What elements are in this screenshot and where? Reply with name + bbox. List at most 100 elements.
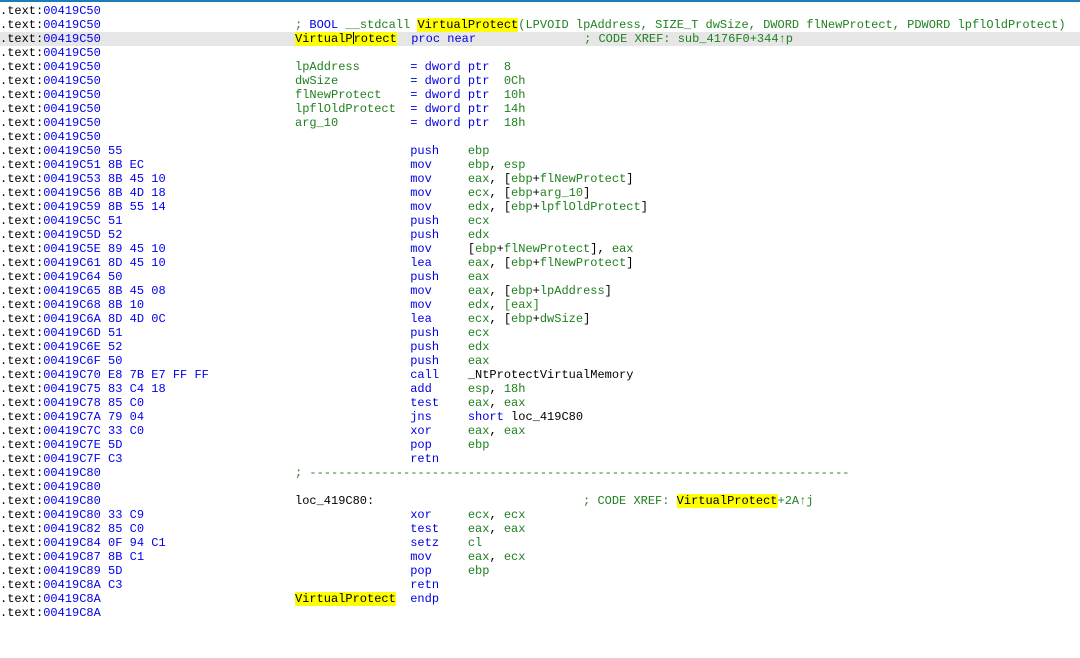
func-name[interactable]: VirtualProtect: [417, 18, 518, 32]
stack-var[interactable]: flNewProtect: [504, 242, 590, 256]
disasm-line[interactable]: .text:00419C7E 5D pop ebp: [0, 438, 1080, 452]
disasm-line[interactable]: .text:00419C68 8B 10 mov edx, [eax]: [0, 298, 1080, 312]
address[interactable]: 00419C6D: [43, 326, 101, 340]
address[interactable]: 00419C50: [43, 116, 101, 130]
disasm-line[interactable]: .text:00419C50 lpAddress = dword ptr 8: [0, 60, 1080, 74]
stack-var[interactable]: arg_10: [295, 116, 410, 130]
disasm-line[interactable]: .text:00419C78 85 C0 test eax, eax: [0, 396, 1080, 410]
disasm-line[interactable]: .text:00419C8A C3 retn: [0, 578, 1080, 592]
address[interactable]: 00419C56: [43, 186, 101, 200]
address[interactable]: 00419C50: [43, 130, 101, 144]
disasm-line[interactable]: .text:00419C61 8D 45 10 lea eax, [ebp+fl…: [0, 256, 1080, 270]
address[interactable]: 00419C50: [43, 102, 101, 116]
func-name[interactable]: VirtualProtect: [295, 32, 397, 46]
func-name[interactable]: VirtualProtect: [295, 592, 396, 606]
address[interactable]: 00419C80: [43, 494, 101, 508]
disasm-line[interactable]: .text:00419C84 0F 94 C1 setz cl: [0, 536, 1080, 550]
address[interactable]: 00419C80: [43, 508, 101, 522]
address[interactable]: 00419C82: [43, 522, 101, 536]
stack-var[interactable]: lpflOldProtect: [540, 200, 641, 214]
disasm-line[interactable]: .text:00419C7A 79 04 jns short loc_419C8…: [0, 410, 1080, 424]
xref[interactable]: sub_4176F0+344↑p: [678, 32, 793, 46]
address[interactable]: 00419C65: [43, 284, 101, 298]
address[interactable]: 00419C87: [43, 550, 101, 564]
disasm-line[interactable]: .text:00419C50 dwSize = dword ptr 0Ch: [0, 74, 1080, 88]
address[interactable]: 00419C50: [43, 60, 101, 74]
disasm-line[interactable]: .text:00419C50: [0, 4, 1080, 18]
loc-label[interactable]: loc_419C80:: [295, 494, 583, 508]
disasm-line[interactable]: .text:00419C50 55 push ebp: [0, 144, 1080, 158]
disassembly-view[interactable]: .text:00419C50 .text:00419C50 ; BOOL __s…: [0, 0, 1080, 620]
disasm-line[interactable]: .text:00419C6E 52 push edx: [0, 340, 1080, 354]
disasm-line[interactable]: .text:00419C50: [0, 130, 1080, 144]
address[interactable]: 00419C70: [43, 368, 101, 382]
stack-var[interactable]: dwSize: [540, 312, 583, 326]
address[interactable]: 00419C8A: [43, 592, 101, 606]
disasm-line[interactable]: .text:00419C51 8B EC mov ebp, esp: [0, 158, 1080, 172]
address[interactable]: 00419C75: [43, 382, 101, 396]
disasm-line[interactable]: .text:00419C50 VirtualProtect proc near …: [0, 32, 1080, 46]
address[interactable]: 00419C6E: [43, 340, 101, 354]
disasm-line[interactable]: .text:00419C8A VirtualProtect endp: [0, 592, 1080, 606]
address[interactable]: 00419C80: [43, 480, 101, 494]
disasm-line[interactable]: .text:00419C8A: [0, 606, 1080, 620]
symbol[interactable]: _NtProtectVirtualMemory: [468, 368, 634, 382]
address[interactable]: 00419C50: [43, 144, 101, 158]
address[interactable]: 00419C84: [43, 536, 101, 550]
disasm-line[interactable]: .text:00419C6D 51 push ecx: [0, 326, 1080, 340]
symbol[interactable]: loc_419C80: [511, 410, 583, 424]
address[interactable]: 00419C7E: [43, 438, 101, 452]
address[interactable]: 00419C7A: [43, 410, 101, 424]
address[interactable]: 00419C7F: [43, 452, 101, 466]
disasm-line[interactable]: .text:00419C6F 50 push eax: [0, 354, 1080, 368]
address[interactable]: 00419C5D: [43, 228, 101, 242]
disasm-line[interactable]: .text:00419C50 ; BOOL __stdcall VirtualP…: [0, 18, 1080, 32]
disasm-line[interactable]: .text:00419C5C 51 push ecx: [0, 214, 1080, 228]
disasm-line[interactable]: .text:00419C59 8B 55 14 mov edx, [ebp+lp…: [0, 200, 1080, 214]
address[interactable]: 00419C50: [43, 32, 101, 46]
disasm-line[interactable]: .text:00419C89 5D pop ebp: [0, 564, 1080, 578]
disasm-line[interactable]: .text:00419C70 E8 7B E7 FF FF call _NtPr…: [0, 368, 1080, 382]
stack-var[interactable]: flNewProtect: [295, 88, 410, 102]
address[interactable]: 00419C50: [43, 18, 101, 32]
disasm-line[interactable]: .text:00419C53 8B 45 10 mov eax, [ebp+fl…: [0, 172, 1080, 186]
disasm-line[interactable]: .text:00419C5D 52 push edx: [0, 228, 1080, 242]
disasm-line[interactable]: .text:00419C50 flNewProtect = dword ptr …: [0, 88, 1080, 102]
disasm-line[interactable]: .text:00419C82 85 C0 test eax, eax: [0, 522, 1080, 536]
address[interactable]: 00419C61: [43, 256, 101, 270]
stack-var[interactable]: dwSize: [295, 74, 410, 88]
address[interactable]: 00419C59: [43, 200, 101, 214]
address[interactable]: 00419C89: [43, 564, 101, 578]
address[interactable]: 00419C53: [43, 172, 101, 186]
address[interactable]: 00419C5C: [43, 214, 101, 228]
disasm-line[interactable]: .text:00419C7F C3 retn: [0, 452, 1080, 466]
disasm-line[interactable]: .text:00419C65 8B 45 08 mov eax, [ebp+lp…: [0, 284, 1080, 298]
address[interactable]: 00419C51: [43, 158, 101, 172]
address[interactable]: 00419C5E: [43, 242, 101, 256]
disasm-line[interactable]: .text:00419C56 8B 4D 18 mov ecx, [ebp+ar…: [0, 186, 1080, 200]
address[interactable]: 00419C50: [43, 4, 101, 18]
stack-var[interactable]: lpAddress: [540, 284, 605, 298]
address[interactable]: 00419C68: [43, 298, 101, 312]
disasm-line[interactable]: .text:00419C80 33 C9 xor ecx, ecx: [0, 508, 1080, 522]
address[interactable]: 00419C7C: [43, 424, 101, 438]
address[interactable]: 00419C6F: [43, 354, 101, 368]
stack-var[interactable]: flNewProtect: [540, 172, 626, 186]
address[interactable]: 00419C8A: [43, 606, 101, 620]
address[interactable]: 00419C80: [43, 466, 101, 480]
disasm-line[interactable]: .text:00419C87 8B C1 mov eax, ecx: [0, 550, 1080, 564]
disasm-line[interactable]: .text:00419C50 arg_10 = dword ptr 18h: [0, 116, 1080, 130]
disasm-line[interactable]: .text:00419C7C 33 C0 xor eax, eax: [0, 424, 1080, 438]
stack-var[interactable]: lpAddress: [295, 60, 410, 74]
address[interactable]: 00419C50: [43, 46, 101, 60]
stack-var[interactable]: flNewProtect: [540, 256, 626, 270]
stack-var[interactable]: arg_10: [540, 186, 583, 200]
disasm-line[interactable]: .text:00419C64 50 push eax: [0, 270, 1080, 284]
disasm-line[interactable]: .text:00419C80: [0, 480, 1080, 494]
disasm-line[interactable]: .text:00419C50: [0, 46, 1080, 60]
disasm-line[interactable]: .text:00419C5E 89 45 10 mov [ebp+flNewPr…: [0, 242, 1080, 256]
address[interactable]: 00419C50: [43, 88, 101, 102]
disasm-line[interactable]: .text:00419C80 loc_419C80: ; CODE XREF: …: [0, 494, 1080, 508]
address[interactable]: 00419C8A: [43, 578, 101, 592]
xref[interactable]: VirtualProtect: [677, 494, 778, 508]
